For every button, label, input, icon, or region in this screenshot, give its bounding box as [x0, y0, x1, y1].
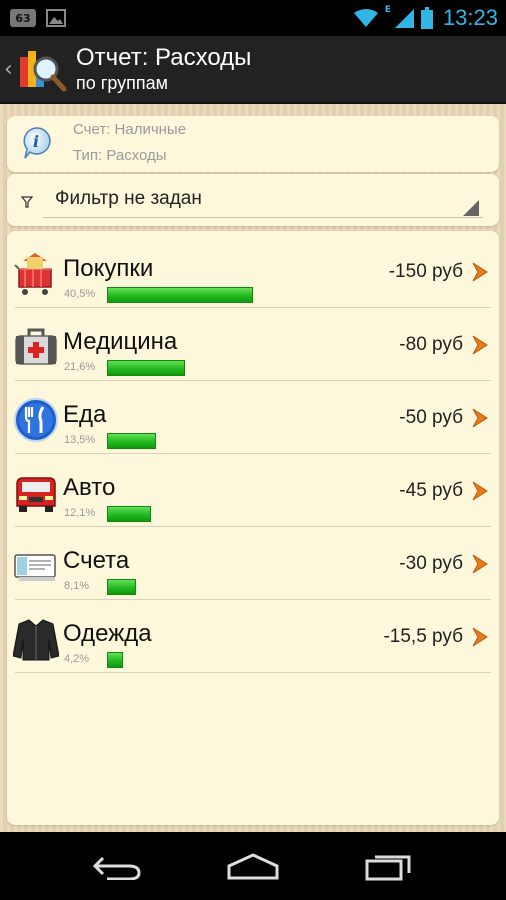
- image-notification-icon: [46, 9, 66, 27]
- group-share-bar: [107, 579, 136, 595]
- jacket-icon: [12, 616, 60, 662]
- notification-count-badge: 63: [10, 9, 36, 27]
- shopping-basket-icon: [13, 251, 59, 297]
- group-row[interactable]: Еда 13,5% -50 руб: [7, 381, 499, 454]
- network-type-label: E: [384, 5, 391, 15]
- filter-spinner[interactable]: Фильтр не задан: [7, 174, 499, 226]
- chevron-right-icon[interactable]: [471, 334, 489, 356]
- page-subtitle: по группам: [76, 73, 169, 93]
- account-info-text: Счет: Наличные: [73, 121, 187, 138]
- recent-apps-button[interactable]: [365, 851, 413, 881]
- car-icon: [13, 470, 59, 516]
- chevron-right-icon[interactable]: [471, 626, 489, 648]
- app-logo-icon[interactable]: [16, 43, 68, 95]
- chevron-right-icon[interactable]: [471, 480, 489, 502]
- group-row[interactable]: Счета 8,1% -30 руб: [7, 527, 499, 600]
- spinner-underline: [43, 217, 483, 218]
- content-area: i Счет: Наличные Тип: Расходы Фильтр не …: [0, 104, 506, 832]
- chevron-right-icon[interactable]: [471, 261, 489, 283]
- spinner-dropdown-icon: [463, 200, 479, 216]
- group-amount: -45 руб: [399, 480, 463, 501]
- page-title: Отчет: Расходы: [76, 44, 252, 71]
- group-percent: 4,2%: [64, 653, 90, 665]
- group-share-bar: [107, 433, 156, 449]
- group-name: Счета: [63, 547, 130, 574]
- chevron-right-icon[interactable]: [471, 553, 489, 575]
- medical-kit-icon: [13, 324, 59, 370]
- group-amount: -80 руб: [399, 334, 463, 355]
- group-amount: -50 руб: [399, 407, 463, 428]
- group-percent: 21,6%: [64, 361, 96, 373]
- group-row[interactable]: Авто 12,1% -45 руб: [7, 454, 499, 527]
- group-share-bar: [107, 652, 123, 668]
- filter-label: Фильтр не задан: [55, 188, 202, 209]
- group-percent: 40,5%: [64, 288, 96, 300]
- group-name: Медицина: [63, 328, 178, 355]
- group-percent: 8,1%: [64, 580, 90, 592]
- action-bar: ‹ Отчет: Расходы по группам: [0, 36, 506, 104]
- row-divider: [15, 672, 491, 673]
- fork-knife-icon: [13, 397, 59, 443]
- group-percent: 13,5%: [64, 434, 96, 446]
- group-name: Авто: [63, 474, 116, 501]
- group-share-bar: [107, 506, 151, 522]
- group-amount: -30 руб: [399, 553, 463, 574]
- group-name: Одежда: [63, 620, 152, 647]
- groups-list: Покупки 40,5% -150 руб Медицина 21,6% -80 руб…: [7, 231, 499, 825]
- svg-text:i: i: [33, 132, 39, 151]
- navigation-bar: [0, 832, 506, 900]
- group-share-bar: [107, 360, 185, 376]
- status-bar: 63 E 13:23: [0, 0, 506, 36]
- wifi-icon: [353, 8, 379, 28]
- home-button[interactable]: [226, 852, 280, 880]
- battery-icon: [420, 7, 433, 29]
- group-amount: -150 руб: [388, 261, 463, 282]
- clock: 13:23: [442, 5, 498, 30]
- bill-icon: [13, 543, 59, 589]
- back-chevron-icon[interactable]: ‹: [4, 57, 14, 82]
- group-row[interactable]: Медицина 21,6% -80 руб: [7, 308, 499, 381]
- signal-icon: [393, 7, 415, 29]
- group-row[interactable]: Покупки 40,5% -150 руб: [7, 235, 499, 308]
- group-share-bar: [107, 287, 253, 303]
- group-amount: -15,5 руб: [383, 626, 463, 647]
- report-info-card[interactable]: i Счет: Наличные Тип: Расходы: [7, 116, 499, 172]
- group-name: Еда: [63, 401, 107, 428]
- chevron-right-icon[interactable]: [471, 407, 489, 429]
- back-button[interactable]: [92, 852, 141, 880]
- type-info-text: Тип: Расходы: [73, 147, 167, 164]
- info-icon: i: [21, 126, 51, 160]
- group-row[interactable]: Одежда 4,2% -15,5 руб: [7, 600, 499, 673]
- filter-funnel-icon: [20, 193, 34, 212]
- group-percent: 12,1%: [64, 507, 96, 519]
- group-name: Покупки: [63, 255, 154, 282]
